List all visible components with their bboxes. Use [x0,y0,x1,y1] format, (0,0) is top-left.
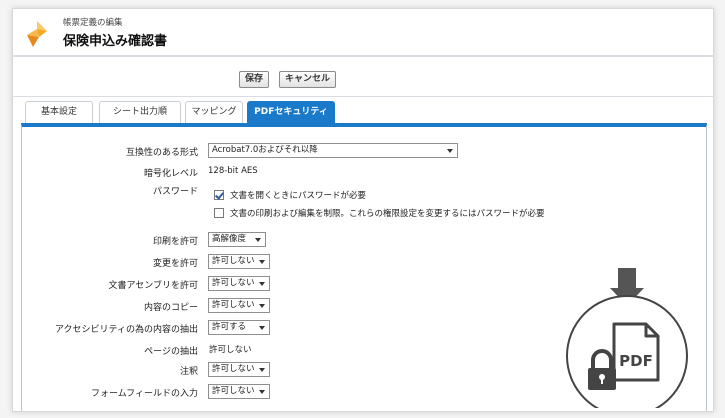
chevron-down-icon [259,390,265,394]
chevron-down-icon [259,304,265,308]
tab-pdf-security[interactable]: PDFセキュリティ [247,101,335,123]
cancel-button[interactable]: キャンセル [279,71,337,88]
change-select-value: 許可しない [212,256,255,266]
chevron-down-icon [447,149,453,153]
comments-select-value: 許可しない [212,364,255,374]
compat-label: 互換性のある形式 [125,148,198,158]
button-bar: 保存 キャンセル [13,61,713,97]
form-fill-label: フォームフィールドの入力 [90,389,198,399]
permission-password-option[interactable]: 文書の印刷および編集を制限。これらの権限設定を変更するにはパスワードが必要 [214,207,545,221]
assemble-select[interactable]: 許可しない [208,276,270,291]
page-title: 保険申込み確認書 [63,34,168,49]
save-button[interactable]: 保存 [239,71,270,88]
tab-sheet-order[interactable]: シート出力順 [99,101,181,123]
compat-select[interactable]: Acrobat7.0およびそれ以降 [208,143,458,158]
assemble-label: 文書アセンブリを許可 [108,281,198,291]
change-select[interactable]: 許可しない [208,254,270,269]
copy-label: 内容のコピー [143,303,198,313]
compat-select-value: Acrobat7.0およびそれ以降 [212,145,318,155]
chevron-down-icon [259,282,265,286]
breadcrumb[interactable]: 帳票定義の編集 [63,16,123,28]
print-label: 印刷を許可 [152,237,198,247]
encryption-value: 128-bit AES [208,166,258,176]
print-select-value: 高解像度 [212,234,247,244]
form-fill-select-value: 許可しない [212,386,255,396]
app-logo-icon [27,21,47,47]
chevron-down-icon [255,238,261,242]
print-row: 印刷を許可 高解像度 [22,232,706,250]
accessibility-select-value: 許可する [212,322,247,332]
permission-password-checkbox[interactable] [214,207,224,218]
copy-select[interactable]: 許可しない [208,298,270,313]
open-password-option[interactable]: 文書を開くときにパスワードが必要 [214,189,366,203]
open-password-checkbox[interactable] [214,189,224,200]
page-extract-label: ページの抽出 [144,347,198,357]
comments-select[interactable]: 許可しない [208,362,270,377]
form-fill-select[interactable]: 許可しない [208,384,270,399]
encryption-row: 暗号化レベル 128-bit AES [22,164,706,182]
chevron-down-icon [259,326,265,330]
encryption-label: 暗号化レベル [143,169,198,179]
change-label: 変更を許可 [152,259,198,269]
chevron-down-icon [259,260,265,264]
compat-row: 互換性のある形式 Acrobat7.0およびそれ以降 [22,143,706,161]
page-extract-value: 許可しない [209,345,252,355]
tab-basic-settings[interactable]: 基本設定 [25,101,93,123]
assemble-select-value: 許可しない [212,278,255,288]
accessibility-select[interactable]: 許可する [208,320,270,335]
pdf-lock-download-icon: PDF [566,268,688,408]
pdf-badge-text: PDF [619,352,653,370]
copy-select-value: 許可しない [212,300,255,310]
print-select[interactable]: 高解像度 [208,232,266,247]
password-label: パスワード [152,187,198,197]
accessibility-label: アクセシビリティの為の内容の抽出 [54,325,198,335]
chevron-down-icon [259,368,265,372]
tab-mapping[interactable]: マッピング [185,101,243,123]
comments-label: 注釈 [179,367,198,377]
header-divider [13,55,713,57]
open-password-text: 文書を開くときにパスワードが必要 [230,191,367,201]
page-header: 帳票定義の編集 保険申込み確認書 [13,9,713,55]
permission-password-text: 文書の印刷および編集を制限。これらの権限設定を変更するにはパスワードが必要 [230,209,545,219]
